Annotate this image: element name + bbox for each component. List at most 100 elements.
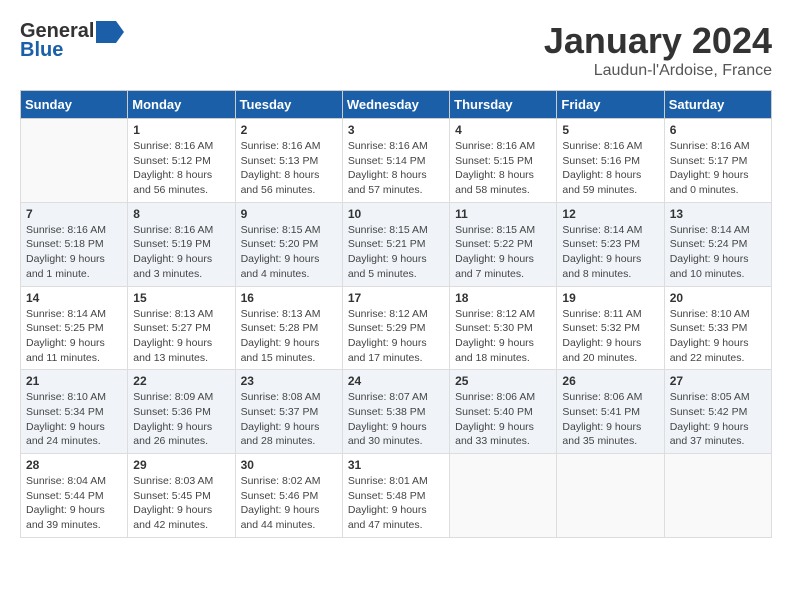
calendar-cell: 9 Sunrise: 8:15 AMSunset: 5:20 PMDaylight… <box>235 202 342 286</box>
day-info: Sunrise: 8:07 AMSunset: 5:38 PMDaylight:… <box>348 390 444 449</box>
day-number: 18 <box>455 291 551 305</box>
day-info: Sunrise: 8:06 AMSunset: 5:40 PMDaylight:… <box>455 390 551 449</box>
day-number: 17 <box>348 291 444 305</box>
day-info: Sunrise: 8:10 AMSunset: 5:34 PMDaylight:… <box>26 390 122 449</box>
day-number: 21 <box>26 374 122 388</box>
calendar-cell: 2 Sunrise: 8:16 AMSunset: 5:13 PMDaylight… <box>235 119 342 203</box>
weekday-header-thursday: Thursday <box>450 91 557 119</box>
day-number: 26 <box>562 374 658 388</box>
day-info: Sunrise: 8:12 AMSunset: 5:30 PMDaylight:… <box>455 307 551 366</box>
calendar-cell: 20 Sunrise: 8:10 AMSunset: 5:33 PMDayligh… <box>664 286 771 370</box>
day-number: 12 <box>562 207 658 221</box>
calendar-cell: 26 Sunrise: 8:06 AMSunset: 5:41 PMDayligh… <box>557 370 664 454</box>
day-info: Sunrise: 8:14 AMSunset: 5:25 PMDaylight:… <box>26 307 122 366</box>
day-number: 22 <box>133 374 229 388</box>
calendar-cell <box>557 454 664 538</box>
day-number: 5 <box>562 123 658 137</box>
day-info: Sunrise: 8:16 AMSunset: 5:16 PMDaylight:… <box>562 139 658 198</box>
calendar-cell: 7Sunrise: 8:16 AMSunset: 5:18 PMDaylight… <box>21 202 128 286</box>
day-info: Sunrise: 8:06 AMSunset: 5:41 PMDaylight:… <box>562 390 658 449</box>
day-number: 29 <box>133 458 229 472</box>
page-header: General Blue January 2024 Laudun-l'Ardoi… <box>20 20 772 80</box>
calendar-cell: 21 Sunrise: 8:10 AMSunset: 5:34 PMDayligh… <box>21 370 128 454</box>
logo-icon <box>96 21 124 43</box>
calendar-cell: 28 Sunrise: 8:04 AMSunset: 5:44 PMDayligh… <box>21 454 128 538</box>
calendar-cell: 15Sunrise: 8:13 AMSunset: 5:27 PMDayligh… <box>128 286 235 370</box>
calendar-cell: 22 Sunrise: 8:09 AMSunset: 5:36 PMDayligh… <box>128 370 235 454</box>
day-number: 30 <box>241 458 337 472</box>
weekday-header-friday: Friday <box>557 91 664 119</box>
calendar-cell: 17 Sunrise: 8:12 AMSunset: 5:29 PMDayligh… <box>342 286 449 370</box>
calendar-cell: 13Sunrise: 8:14 AMSunset: 5:24 PMDayligh… <box>664 202 771 286</box>
day-info: Sunrise: 8:03 AMSunset: 5:45 PMDaylight:… <box>133 474 229 533</box>
day-number: 6 <box>670 123 766 137</box>
calendar-cell: 24 Sunrise: 8:07 AMSunset: 5:38 PMDayligh… <box>342 370 449 454</box>
calendar-cell: 10Sunrise: 8:15 AMSunset: 5:21 PMDayligh… <box>342 202 449 286</box>
calendar-week-row: 28 Sunrise: 8:04 AMSunset: 5:44 PMDayligh… <box>21 454 772 538</box>
calendar-cell: 5 Sunrise: 8:16 AMSunset: 5:16 PMDaylight… <box>557 119 664 203</box>
calendar-cell: 8 Sunrise: 8:16 AMSunset: 5:19 PMDaylight… <box>128 202 235 286</box>
calendar-cell <box>664 454 771 538</box>
day-info: Sunrise: 8:02 AMSunset: 5:46 PMDaylight:… <box>241 474 337 533</box>
day-number: 16 <box>241 291 337 305</box>
day-number: 2 <box>241 123 337 137</box>
day-info: Sunrise: 8:16 AMSunset: 5:13 PMDaylight:… <box>241 139 337 198</box>
day-number: 28 <box>26 458 122 472</box>
calendar-cell: 19 Sunrise: 8:11 AMSunset: 5:32 PMDayligh… <box>557 286 664 370</box>
day-number: 8 <box>133 207 229 221</box>
day-number: 20 <box>670 291 766 305</box>
day-info: Sunrise: 8:11 AMSunset: 5:32 PMDaylight:… <box>562 307 658 366</box>
weekday-header-monday: Monday <box>128 91 235 119</box>
day-number: 7 <box>26 207 122 221</box>
logo: General Blue <box>20 20 124 62</box>
weekday-header-sunday: Sunday <box>21 91 128 119</box>
day-info: Sunrise: 8:04 AMSunset: 5:44 PMDaylight:… <box>26 474 122 533</box>
day-number: 31 <box>348 458 444 472</box>
day-info: Sunrise: 8:16 AMSunset: 5:19 PMDaylight:… <box>133 223 229 282</box>
day-number: 23 <box>241 374 337 388</box>
calendar-cell: 1Sunrise: 8:16 AMSunset: 5:12 PMDaylight… <box>128 119 235 203</box>
day-info: Sunrise: 8:16 AMSunset: 5:12 PMDaylight:… <box>133 139 229 198</box>
day-number: 24 <box>348 374 444 388</box>
day-number: 19 <box>562 291 658 305</box>
day-info: Sunrise: 8:15 AMSunset: 5:21 PMDaylight:… <box>348 223 444 282</box>
month-title: January 2024 <box>544 20 772 62</box>
day-number: 11 <box>455 207 551 221</box>
calendar-cell: 29 Sunrise: 8:03 AMSunset: 5:45 PMDayligh… <box>128 454 235 538</box>
day-number: 4 <box>455 123 551 137</box>
day-info: Sunrise: 8:13 AMSunset: 5:27 PMDaylight:… <box>133 307 229 366</box>
calendar-cell: 12Sunrise: 8:14 AMSunset: 5:23 PMDayligh… <box>557 202 664 286</box>
title-block: January 2024 Laudun-l'Ardoise, France <box>544 20 772 80</box>
day-info: Sunrise: 8:01 AMSunset: 5:48 PMDaylight:… <box>348 474 444 533</box>
calendar-cell <box>21 119 128 203</box>
day-info: Sunrise: 8:09 AMSunset: 5:36 PMDaylight:… <box>133 390 229 449</box>
day-info: Sunrise: 8:15 AMSunset: 5:20 PMDaylight:… <box>241 223 337 282</box>
calendar-week-row: 7Sunrise: 8:16 AMSunset: 5:18 PMDaylight… <box>21 202 772 286</box>
weekday-header-wednesday: Wednesday <box>342 91 449 119</box>
day-info: Sunrise: 8:08 AMSunset: 5:37 PMDaylight:… <box>241 390 337 449</box>
day-info: Sunrise: 8:15 AMSunset: 5:22 PMDaylight:… <box>455 223 551 282</box>
day-info: Sunrise: 8:14 AMSunset: 5:24 PMDaylight:… <box>670 223 766 282</box>
location: Laudun-l'Ardoise, France <box>544 62 772 80</box>
calendar-cell: 23 Sunrise: 8:08 AMSunset: 5:37 PMDayligh… <box>235 370 342 454</box>
calendar-cell: 16 Sunrise: 8:13 AMSunset: 5:28 PMDayligh… <box>235 286 342 370</box>
day-info: Sunrise: 8:05 AMSunset: 5:42 PMDaylight:… <box>670 390 766 449</box>
day-number: 9 <box>241 207 337 221</box>
calendar-cell: 4Sunrise: 8:16 AMSunset: 5:15 PMDaylight… <box>450 119 557 203</box>
calendar-week-row: 21 Sunrise: 8:10 AMSunset: 5:34 PMDayligh… <box>21 370 772 454</box>
logo-blue-text: Blue <box>20 39 63 62</box>
day-number: 27 <box>670 374 766 388</box>
day-number: 3 <box>348 123 444 137</box>
day-info: Sunrise: 8:13 AMSunset: 5:28 PMDaylight:… <box>241 307 337 366</box>
calendar-table: SundayMondayTuesdayWednesdayThursdayFrid… <box>20 90 772 538</box>
day-number: 14 <box>26 291 122 305</box>
day-info: Sunrise: 8:12 AMSunset: 5:29 PMDaylight:… <box>348 307 444 366</box>
calendar-week-row: 14 Sunrise: 8:14 AMSunset: 5:25 PMDayligh… <box>21 286 772 370</box>
calendar-cell: 30 Sunrise: 8:02 AMSunset: 5:46 PMDayligh… <box>235 454 342 538</box>
day-info: Sunrise: 8:10 AMSunset: 5:33 PMDaylight:… <box>670 307 766 366</box>
calendar-cell: 6 Sunrise: 8:16 AMSunset: 5:17 PMDaylight… <box>664 119 771 203</box>
calendar-cell: 31 Sunrise: 8:01 AMSunset: 5:48 PMDayligh… <box>342 454 449 538</box>
day-info: Sunrise: 8:16 AMSunset: 5:17 PMDaylight:… <box>670 139 766 198</box>
calendar-cell: 11 Sunrise: 8:15 AMSunset: 5:22 PMDayligh… <box>450 202 557 286</box>
calendar-cell: 27 Sunrise: 8:05 AMSunset: 5:42 PMDayligh… <box>664 370 771 454</box>
